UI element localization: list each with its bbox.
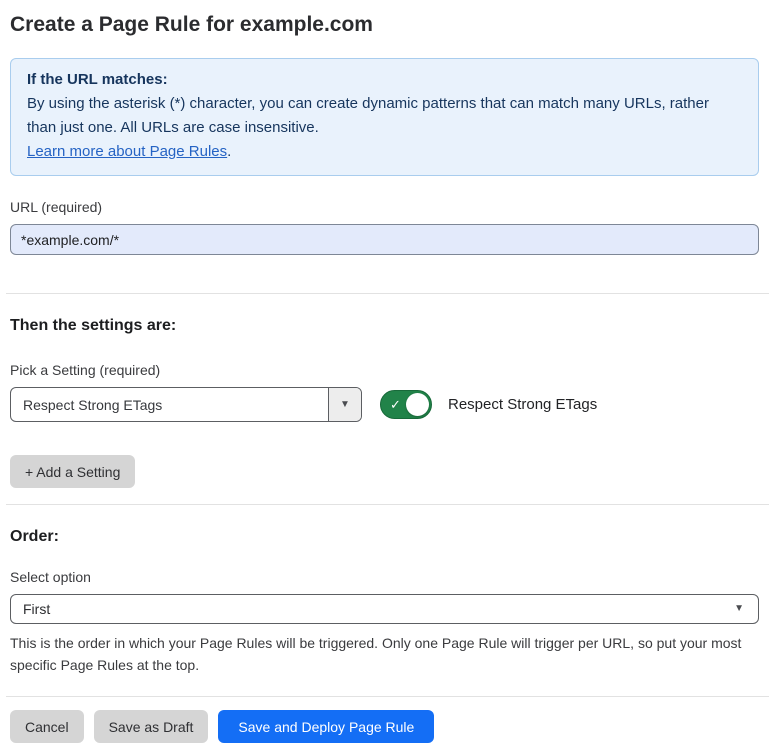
order-select-label: Select option	[10, 569, 759, 586]
setting-select-value: Respect Strong ETags	[11, 388, 328, 421]
section-divider	[6, 696, 769, 697]
order-select[interactable]: First ▼	[10, 594, 759, 624]
info-box-link-line: Learn more about Page Rules.	[27, 140, 742, 164]
setting-select[interactable]: Respect Strong ETags ▼	[10, 387, 362, 422]
section-divider	[6, 504, 769, 505]
url-match-info-box: If the URL matches: By using the asteris…	[10, 58, 759, 176]
info-box-body: By using the asterisk (*) character, you…	[27, 92, 742, 140]
setting-select-arrow-box[interactable]: ▼	[328, 388, 361, 421]
pick-setting-label: Pick a Setting (required)	[10, 362, 759, 379]
cancel-button[interactable]: Cancel	[10, 710, 84, 743]
setting-row: Respect Strong ETags ▼ ✓ Respect Strong …	[10, 387, 759, 422]
info-box-heading: If the URL matches:	[27, 68, 742, 92]
order-section-heading: Order:	[10, 527, 759, 547]
save-and-deploy-button[interactable]: Save and Deploy Page Rule	[218, 710, 434, 743]
order-help-text: This is the order in which your Page Rul…	[10, 632, 755, 676]
save-as-draft-button[interactable]: Save as Draft	[94, 710, 209, 743]
actions-row: Cancel Save as Draft Save and Deploy Pag…	[10, 710, 759, 743]
chevron-down-icon: ▼	[734, 604, 744, 614]
check-icon: ✓	[390, 397, 401, 413]
settings-section-heading: Then the settings are:	[10, 316, 759, 336]
url-field-label: URL (required)	[10, 199, 759, 216]
toggle-label: Respect Strong ETags	[448, 396, 597, 413]
page-title: Create a Page Rule for example.com	[10, 12, 759, 38]
add-setting-button[interactable]: + Add a Setting	[10, 455, 135, 488]
link-period: .	[227, 143, 231, 160]
url-input[interactable]	[10, 224, 759, 255]
chevron-down-icon: ▼	[340, 400, 350, 410]
section-divider	[6, 293, 769, 294]
toggle-knob	[406, 393, 429, 416]
order-select-value: First	[23, 601, 734, 617]
learn-more-link[interactable]: Learn more about Page Rules	[27, 143, 227, 160]
setting-toggle[interactable]: ✓	[380, 390, 432, 419]
